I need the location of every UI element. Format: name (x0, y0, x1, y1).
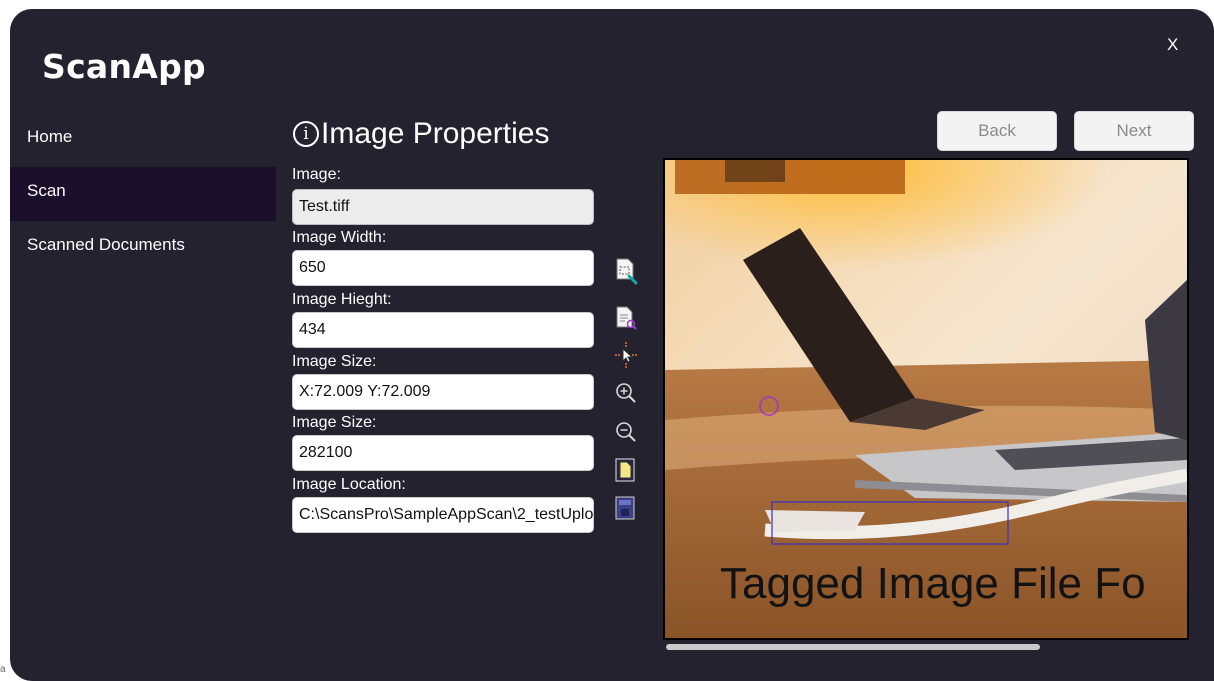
app-window: ScanApp X Home Scan Scanned Documents i … (10, 9, 1214, 681)
image-height-field[interactable]: 434 (292, 312, 594, 348)
app-title: ScanApp (42, 47, 206, 86)
back-button[interactable]: Back (937, 111, 1057, 151)
move-cursor-icon[interactable] (613, 340, 639, 370)
corner-mark: a (0, 664, 6, 675)
image-resolution-label: Image Size: (292, 353, 377, 370)
select-area-icon[interactable] (613, 256, 639, 286)
zoom-in-icon[interactable] (613, 378, 639, 408)
image-width-field[interactable]: 650 (292, 250, 594, 286)
info-icon: i (293, 121, 319, 147)
sidebar-item-scanned-documents[interactable]: Scanned Documents (10, 221, 276, 275)
preview-scrollbar[interactable] (666, 644, 1040, 650)
image-location-label: Image Location: (292, 476, 406, 493)
section-title: i Image Properties (293, 117, 549, 151)
preview-caption: Tagged Image File Fo (720, 559, 1146, 608)
sidebar-item-home[interactable]: Home (10, 113, 276, 167)
image-name-label: Image: (292, 166, 341, 183)
image-name-field: Test.tiff (292, 189, 594, 225)
zoom-out-icon[interactable] (613, 417, 639, 447)
new-page-icon[interactable] (613, 455, 639, 485)
image-location-field[interactable]: C:\ScansPro\SampleAppScan\2_testUpload.t… (292, 497, 594, 533)
document-search-icon[interactable] (613, 304, 639, 334)
image-size-label: Image Size: (292, 414, 377, 431)
image-size-field[interactable]: 282100 (292, 435, 594, 471)
sidebar-nav: Home Scan Scanned Documents (10, 113, 276, 275)
image-height-label: Image Hieght: (292, 291, 392, 308)
sidebar-item-scan[interactable]: Scan (10, 167, 276, 221)
save-page-icon[interactable] (613, 493, 639, 523)
image-width-label: Image Width: (292, 229, 387, 246)
close-button[interactable]: X (1167, 35, 1178, 55)
preview-photo: Tagged Image File Fo (665, 160, 1187, 638)
section-title-text: Image Properties (321, 117, 550, 150)
image-resolution-field[interactable]: X:72.009 Y:72.009 (292, 374, 594, 410)
next-button[interactable]: Next (1074, 111, 1194, 151)
image-preview[interactable]: Tagged Image File Fo (663, 158, 1189, 640)
